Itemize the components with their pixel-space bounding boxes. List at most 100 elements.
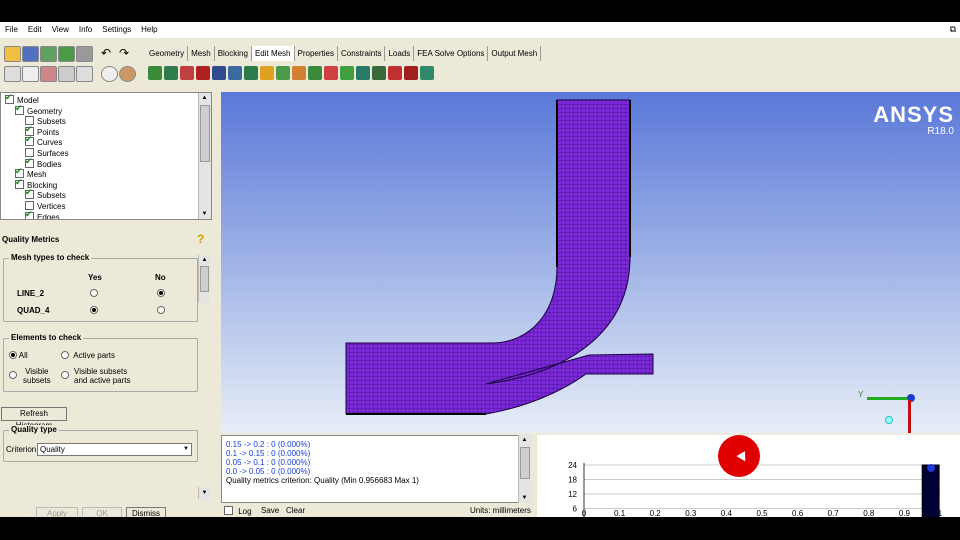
- delete-elements-icon[interactable]: [404, 66, 418, 80]
- visible-active-label: Visible subsets and active parts: [74, 367, 131, 385]
- menu-help[interactable]: Help: [136, 22, 162, 38]
- message-scrollbar[interactable]: ▲ ▼: [518, 435, 531, 503]
- clear-screen-icon[interactable]: [76, 66, 93, 82]
- mesh-types-label: Mesh types to check: [9, 253, 92, 262]
- extrude-mesh-icon[interactable]: [164, 66, 178, 80]
- units-label: Units: millimeters: [470, 506, 531, 515]
- y-tick-label: 12: [568, 490, 577, 499]
- elements-group: Elements to check All Active parts Visib…: [3, 333, 198, 392]
- tree-checkbox[interactable]: [15, 103, 24, 115]
- quality-histogram[interactable]: 2418126000.10.20.30.40.50.60.70.80.91: [537, 435, 960, 517]
- tab-loads[interactable]: Loads: [385, 46, 415, 61]
- x-tick-label: 0.4: [721, 509, 733, 517]
- ok-button[interactable]: OK: [82, 507, 122, 517]
- clear-log-button[interactable]: Clear: [286, 506, 305, 515]
- undo-icon[interactable]: ↶: [101, 46, 111, 60]
- active-parts-radio[interactable]: Active parts: [61, 351, 115, 360]
- tab-mesh[interactable]: Mesh: [188, 46, 215, 61]
- tab-constraints[interactable]: Constraints: [338, 46, 386, 61]
- tree-item[interactable]: Bodies: [25, 156, 61, 170]
- tree-checkbox[interactable]: [25, 156, 34, 168]
- transform-icon[interactable]: [324, 66, 338, 80]
- shaded-icon[interactable]: [119, 66, 136, 82]
- restore-window-icon[interactable]: ⧉: [950, 24, 956, 35]
- create-elements-icon[interactable]: [148, 66, 162, 80]
- visible-subsets-radio[interactable]: [9, 371, 17, 380]
- import-mesh-icon[interactable]: [58, 46, 75, 62]
- view-reset-icon[interactable]: [101, 66, 118, 82]
- save-icon[interactable]: [22, 46, 39, 62]
- tree-item[interactable]: Curves: [25, 134, 62, 148]
- smooth-mesh-icon[interactable]: [228, 66, 242, 80]
- delete-nodes-icon[interactable]: [388, 66, 402, 80]
- tab-fea-solve-options[interactable]: FEA Solve Options: [414, 46, 489, 61]
- redo-icon[interactable]: ↷: [119, 46, 129, 60]
- tab-blocking[interactable]: Blocking: [215, 46, 252, 61]
- pipe-mesh[interactable]: [221, 92, 960, 433]
- tree-checkbox[interactable]: [5, 93, 14, 104]
- mesh-types-scrollbar[interactable]: ▲: [198, 255, 210, 303]
- dismiss-button[interactable]: Dismiss: [126, 507, 166, 517]
- panel-scroll-down[interactable]: ▼: [198, 487, 210, 499]
- move-nodes-icon[interactable]: [308, 66, 322, 80]
- log-checkbox[interactable]: Log: [224, 506, 252, 516]
- convert-mesh-icon[interactable]: [340, 66, 354, 80]
- adjust-density-icon[interactable]: [356, 66, 370, 80]
- open-icon[interactable]: [4, 46, 21, 62]
- quad4-no-radio[interactable]: [157, 306, 165, 315]
- tree-item-label: Vertices: [37, 202, 66, 211]
- tab-properties[interactable]: Properties: [295, 46, 338, 61]
- tree-scrollbar[interactable]: ▲ ▼: [198, 93, 211, 219]
- tree-checkbox[interactable]: [25, 134, 34, 147]
- apply-button[interactable]: Apply: [36, 507, 78, 517]
- x-tick-label: 0.5: [756, 509, 768, 517]
- tree-item-label: Points: [37, 127, 60, 137]
- message-window: 0.15 -> 0.2 : 0 (0.000%) 0.1 -> 0.15 : 0…: [221, 435, 531, 503]
- split-mesh-icon[interactable]: [292, 66, 306, 80]
- criterion-select[interactable]: Quality ▼: [37, 443, 192, 456]
- tab-geometry[interactable]: Geometry: [146, 46, 189, 61]
- x-axis-arrow: [908, 400, 911, 433]
- tree-item[interactable]: Subsets: [25, 187, 66, 201]
- all-radio[interactable]: All: [9, 351, 28, 360]
- quad4-yes-radio[interactable]: [90, 306, 98, 315]
- tree-checkbox[interactable]: [25, 209, 34, 219]
- tab-edit-mesh[interactable]: Edit Mesh: [251, 46, 295, 61]
- edit-distributed-icon[interactable]: [420, 66, 434, 80]
- display-quality-icon[interactable]: [212, 66, 226, 80]
- repair-mesh-icon[interactable]: [260, 66, 274, 80]
- menu-info[interactable]: Info: [74, 22, 97, 38]
- refresh-histogram-button[interactable]: Refresh Histogram: [1, 407, 67, 430]
- tree-item[interactable]: Geometry: [15, 103, 63, 117]
- y-tick-label: 24: [568, 461, 577, 470]
- graphics-viewport[interactable]: ANSYS R18.0 Y: [221, 92, 960, 433]
- save-log-button[interactable]: Save: [261, 506, 279, 515]
- tree-item[interactable]: Edges: [25, 209, 60, 219]
- zoom-box-icon[interactable]: [22, 66, 39, 82]
- menu-edit[interactable]: Edit: [23, 22, 47, 38]
- transform-mesh-icon[interactable]: [180, 66, 194, 80]
- help-icon[interactable]: ?: [197, 232, 204, 246]
- line2-yes-radio[interactable]: [90, 289, 98, 298]
- check-mesh-icon[interactable]: [196, 66, 210, 80]
- measure-icon[interactable]: [40, 66, 57, 82]
- tree-checkbox[interactable]: [25, 187, 34, 200]
- visible-active-radio[interactable]: [61, 371, 69, 380]
- fit-window-icon[interactable]: [4, 66, 21, 82]
- menu-file[interactable]: File: [0, 22, 23, 38]
- renumber-mesh-icon[interactable]: [372, 66, 386, 80]
- tab-output-mesh[interactable]: Output Mesh: [488, 46, 542, 61]
- smooth-hexa-icon[interactable]: [244, 66, 258, 80]
- settings-icon[interactable]: [76, 46, 93, 62]
- tree-checkbox[interactable]: [15, 177, 24, 189]
- merge-nodes-icon[interactable]: [276, 66, 290, 80]
- tree-item[interactable]: Blocking: [15, 177, 57, 191]
- line2-no-radio[interactable]: [157, 289, 165, 298]
- message-line: 0.0 -> 0.05 : 0 (0.000%): [226, 467, 311, 476]
- no-header: No: [155, 273, 166, 282]
- wireframe-icon[interactable]: [58, 66, 75, 82]
- tree-item-label: Geometry: [27, 106, 63, 116]
- import-geometry-icon[interactable]: [40, 46, 57, 62]
- menu-view[interactable]: View: [47, 22, 74, 38]
- menu-settings[interactable]: Settings: [97, 22, 136, 38]
